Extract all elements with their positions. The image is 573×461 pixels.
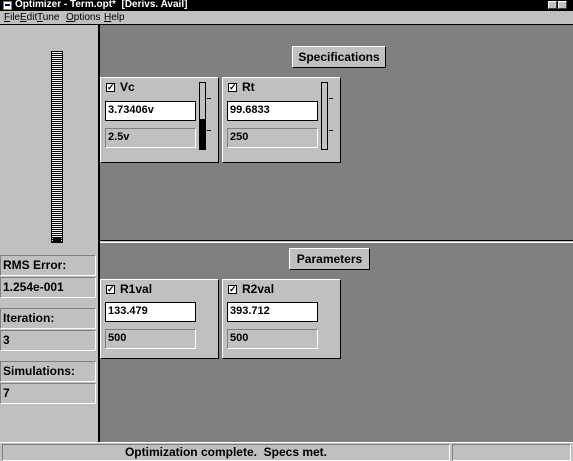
spec-vc-checkbox[interactable]: ✓ xyxy=(106,83,115,92)
error-gauge-fill xyxy=(53,237,61,241)
specifications-header[interactable]: Specifications xyxy=(292,46,386,68)
spec-rt-checkbox[interactable]: ✓ xyxy=(228,83,237,92)
param-r2val-checkbox[interactable]: ✓ xyxy=(228,285,237,294)
param-r2val-name: R2val xyxy=(242,282,275,296)
status-message-pane: Optimization complete. Specs met. xyxy=(2,444,450,461)
spec-rt-level-bar xyxy=(321,82,328,150)
spec-vc-level-fill xyxy=(200,119,205,149)
spec-rt-tick-lower xyxy=(329,130,333,131)
menu-file[interactable]: File xyxy=(4,11,20,24)
param-r1val-checkbox[interactable]: ✓ xyxy=(106,285,115,294)
param-card-r1val[interactable]: ✓ R1val 133.479 500 xyxy=(100,279,219,359)
maximize-button[interactable] xyxy=(558,1,567,9)
menu-file-label: ile xyxy=(10,12,21,23)
parameters-pane: Parameters ✓ R1val 133.479 500 ✓ R2val 3… xyxy=(100,243,573,443)
window-title: Optimizer - Term.opt* [Derivs. Avail] xyxy=(15,0,188,10)
parameters-header[interactable]: Parameters xyxy=(289,248,370,270)
specifications-pane: Specifications ✓ Vc 3.73406v 2.5v ✓ Rt 9… xyxy=(100,25,573,240)
rms-error-value: 1.254e-001 xyxy=(0,277,96,298)
spec-rt-value-field[interactable]: 99.6833 xyxy=(227,101,318,121)
menu-options-mnemonic: O xyxy=(66,12,74,23)
menu-options[interactable]: Options xyxy=(66,11,100,24)
menu-bar: File Edit Tune Options Help xyxy=(0,11,573,24)
minimize-button[interactable] xyxy=(548,1,557,9)
param-r1val-name: R1val xyxy=(120,282,153,296)
param-card-r2val[interactable]: ✓ R2val 393.712 500 xyxy=(222,279,341,359)
menu-edit[interactable]: Edit xyxy=(20,11,37,24)
param-r1val-value-field[interactable]: 133.479 xyxy=(105,302,196,322)
spec-card-vc[interactable]: ✓ Vc 3.73406v 2.5v xyxy=(100,77,219,163)
spec-vc-value-field[interactable]: 3.73406v xyxy=(105,101,196,121)
spec-vc-level-bar xyxy=(199,82,206,150)
menu-tune[interactable]: Tune xyxy=(37,11,59,24)
spec-card-rt[interactable]: ✓ Rt 99.6833 250 xyxy=(222,77,341,163)
status-message: Optimization complete. Specs met. xyxy=(124,445,328,459)
spec-vc-target-field[interactable]: 2.5v xyxy=(105,128,196,148)
simulations-value: 7 xyxy=(0,383,96,404)
title-bar[interactable]: Optimizer - Term.opt* [Derivs. Avail] xyxy=(0,0,573,11)
menu-help-label: elp xyxy=(111,12,125,23)
param-r1val-limit-field[interactable]: 500 xyxy=(105,329,196,349)
menu-edit-label: dit xyxy=(26,12,38,23)
spec-vc-tick-lower xyxy=(207,130,211,131)
status-bar: Optimization complete. Specs met. xyxy=(0,442,573,461)
app-icon[interactable] xyxy=(3,1,12,10)
rms-error-label: RMS Error: xyxy=(0,255,96,276)
status-extra-pane xyxy=(452,444,571,461)
menu-options-label: ptions xyxy=(73,12,101,23)
param-r2val-value-field[interactable]: 393.712 xyxy=(227,302,318,322)
spec-rt-target-field[interactable]: 250 xyxy=(227,128,318,148)
iteration-value: 3 xyxy=(0,330,96,351)
menu-tune-label: une xyxy=(42,12,60,23)
spec-vc-name: Vc xyxy=(120,80,135,94)
status-panel: RMS Error: 1.254e-001 Iteration: 3 Simul… xyxy=(0,25,98,443)
main-area: RMS Error: 1.254e-001 Iteration: 3 Simul… xyxy=(0,24,573,443)
iteration-label: Iteration: xyxy=(0,308,96,329)
simulations-label: Simulations: xyxy=(0,361,96,382)
menu-edit-mnemonic: E xyxy=(20,12,27,23)
spec-vc-tick-upper xyxy=(207,98,211,99)
optimizer-window: Optimizer - Term.opt* [Derivs. Avail] Fi… xyxy=(0,0,573,461)
error-gauge xyxy=(51,51,63,243)
spec-rt-name: Rt xyxy=(242,80,255,94)
spec-rt-tick-upper xyxy=(329,98,333,99)
menu-help[interactable]: Help xyxy=(104,11,125,24)
param-r2val-limit-field[interactable]: 500 xyxy=(227,329,318,349)
